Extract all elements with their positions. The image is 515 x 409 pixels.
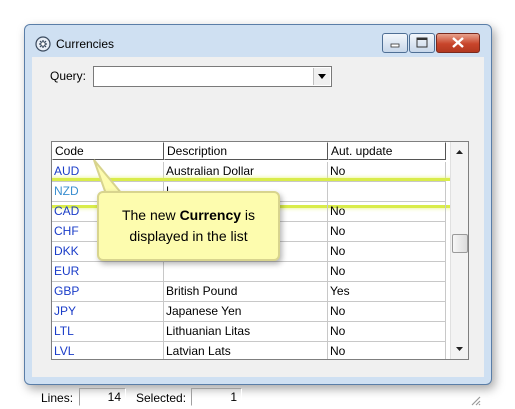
minimize-icon xyxy=(390,43,400,48)
table-row[interactable]: LVL Latvian Lats No xyxy=(52,342,449,359)
close-icon xyxy=(452,37,464,48)
description-cell[interactable]: Lithuanian Litas xyxy=(164,322,328,342)
window-title: Currencies xyxy=(56,37,115,51)
close-button[interactable] xyxy=(436,33,480,53)
scroll-down-button[interactable] xyxy=(451,340,468,357)
code-cell[interactable]: LTL xyxy=(52,322,164,342)
maximize-icon xyxy=(416,37,428,48)
lines-label: Lines: xyxy=(41,391,74,405)
callout-text: The new Currency is displayed in the lis… xyxy=(99,205,278,247)
selected-label: Selected: xyxy=(136,391,187,405)
code-cell[interactable]: JPY xyxy=(52,302,164,322)
table-row[interactable]: LTL Lithuanian Litas No xyxy=(52,322,449,342)
description-cell[interactable]: Australian Dollar xyxy=(164,162,328,182)
aut-update-cell[interactable]: No xyxy=(328,202,446,222)
title-bar[interactable]: Currencies xyxy=(25,25,491,57)
description-cell[interactable] xyxy=(164,262,328,282)
aut-update-cell[interactable]: No xyxy=(328,222,446,242)
query-combobox[interactable] xyxy=(93,66,332,87)
scrollbar-thumb[interactable] xyxy=(452,234,468,253)
description-cell[interactable]: British Pound xyxy=(164,282,328,302)
aut-update-cell[interactable]: No xyxy=(328,302,446,322)
aut-update-cell[interactable]: No xyxy=(328,162,446,182)
aut-update-cell[interactable]: No xyxy=(328,242,446,262)
scroll-up-button[interactable] xyxy=(451,144,468,161)
maximize-button[interactable] xyxy=(409,33,435,53)
aut-update-cell[interactable]: No xyxy=(328,342,446,359)
column-header-description[interactable]: Description xyxy=(164,142,328,160)
query-label: Query: xyxy=(50,69,87,83)
table-row[interactable]: GBP British Pound Yes xyxy=(52,282,449,302)
callout-text-before: The new xyxy=(121,207,180,223)
description-cell[interactable]: Latvian Lats xyxy=(164,342,328,359)
aut-update-cell[interactable]: No xyxy=(328,262,446,282)
description-cell[interactable]: Japanese Yen xyxy=(164,302,328,322)
code-cell[interactable]: EUR xyxy=(52,262,164,282)
scroll-up-arrow-icon xyxy=(456,150,463,154)
chevron-down-icon xyxy=(318,74,326,79)
query-dropdown-button[interactable] xyxy=(313,68,330,85)
currency-app-icon xyxy=(35,36,51,52)
annotation-callout: The new Currency is displayed in the lis… xyxy=(97,191,280,261)
table-row[interactable]: JPY Japanese Yen No xyxy=(52,302,449,322)
callout-text-bold: Currency xyxy=(179,207,242,223)
code-cell[interactable]: GBP xyxy=(52,282,164,302)
table-row[interactable]: EUR No xyxy=(52,262,449,282)
vertical-scrollbar[interactable] xyxy=(450,142,468,359)
aut-update-cell[interactable] xyxy=(328,182,446,202)
lines-count: 14 xyxy=(79,388,126,406)
minimize-button[interactable] xyxy=(382,33,408,53)
column-header-aut-update[interactable]: Aut. update xyxy=(328,142,446,160)
resize-grip-icon[interactable] xyxy=(469,394,481,406)
scroll-down-arrow-icon xyxy=(456,347,463,351)
aut-update-cell[interactable]: Yes xyxy=(328,282,446,302)
selected-count: 1 xyxy=(191,388,242,406)
code-cell[interactable]: LVL xyxy=(52,342,164,359)
aut-update-cell[interactable]: No xyxy=(328,322,446,342)
